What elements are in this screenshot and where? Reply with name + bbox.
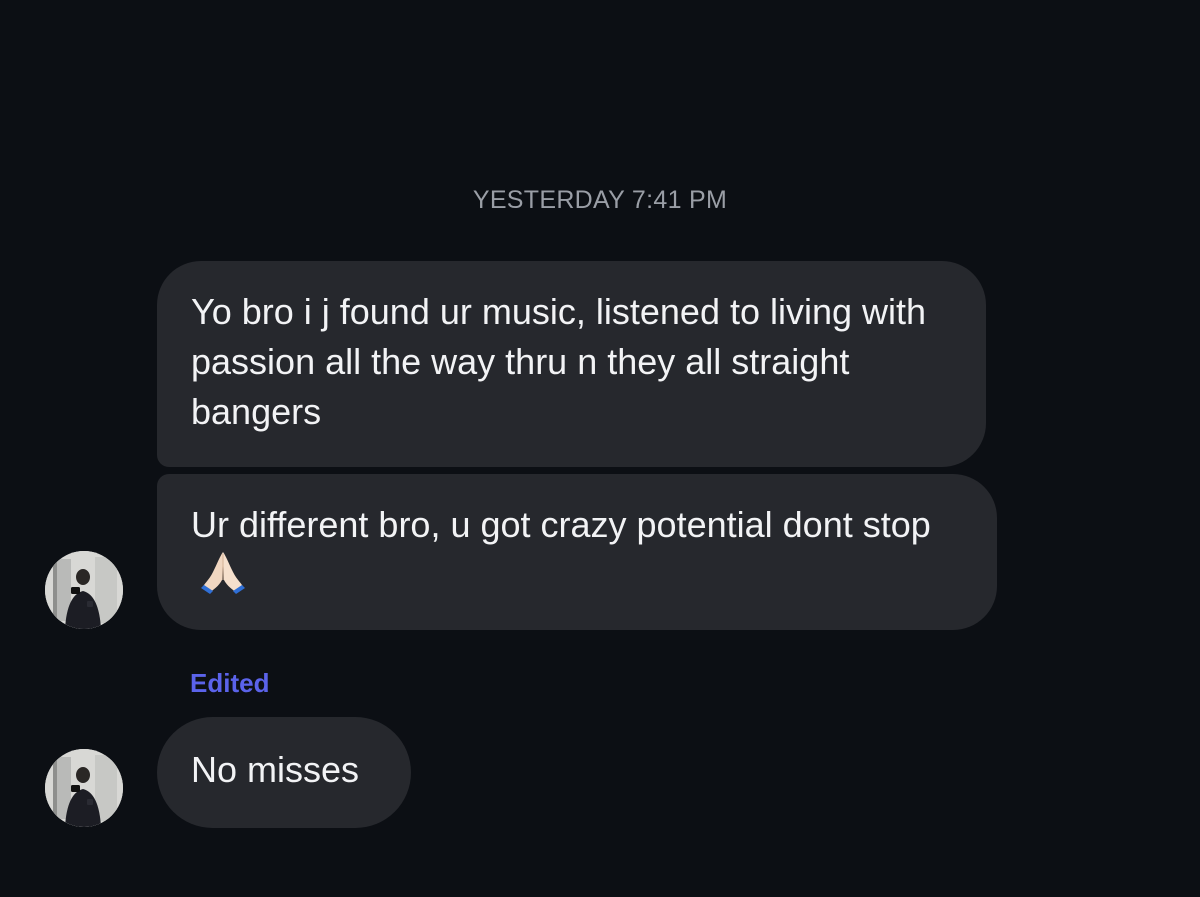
message-bubble-3[interactable]: No misses <box>157 717 411 828</box>
folded-hands-icon <box>199 550 247 607</box>
avatar-photo-icon <box>45 749 123 827</box>
message-text-2: Ur different bro, u got crazy potential … <box>191 504 931 545</box>
edited-label: Edited <box>190 668 270 698</box>
message-bubble-1[interactable]: Yo bro i j found ur music, listened to l… <box>157 261 986 467</box>
sender-avatar[interactable] <box>45 551 123 629</box>
avatar-photo-icon <box>45 551 123 629</box>
message-text-3: No misses <box>191 749 360 790</box>
message-text-1: Yo bro i j found ur music, listened to l… <box>191 291 927 432</box>
message-timestamp: YESTERDAY 7:41 PM <box>472 186 728 214</box>
sender-avatar[interactable] <box>45 749 123 827</box>
chat-thread: YESTERDAY 7:41 PM Yo bro i j found ur mu… <box>0 0 1200 897</box>
message-bubble-2[interactable]: Ur different bro, u got crazy potential … <box>157 474 997 630</box>
